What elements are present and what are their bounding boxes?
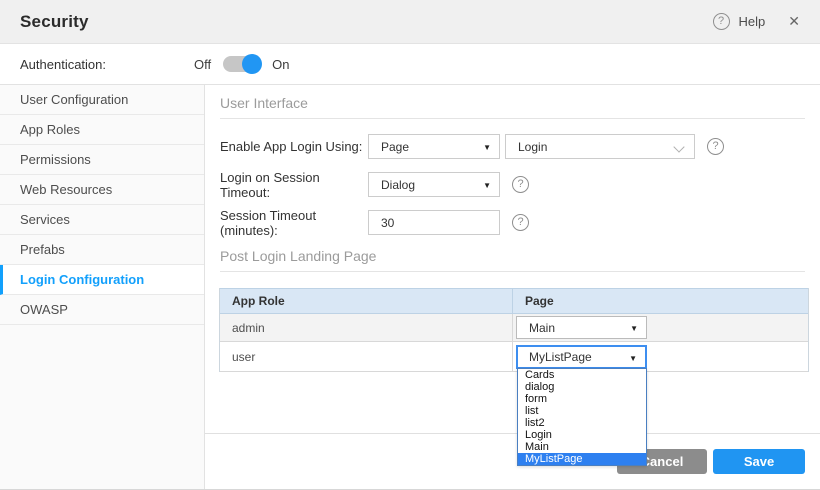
dropdown-option-form[interactable]: form: [518, 393, 646, 405]
combo-value: Login: [518, 140, 547, 154]
sidebar-item-permissions[interactable]: Permissions: [0, 145, 204, 175]
column-header-page: Page: [513, 289, 808, 313]
help-link[interactable]: Help: [739, 14, 766, 29]
sidebar-item-web-resources[interactable]: Web Resources: [0, 175, 204, 205]
sidebar: User Configuration App Roles Permissions…: [0, 85, 205, 490]
user-page-select[interactable]: MyListPage ▼: [516, 345, 647, 369]
table-row-admin: admin Main ▼: [220, 314, 808, 342]
toggle-off-label: Off: [194, 57, 211, 72]
sidebar-item-prefabs[interactable]: Prefabs: [0, 235, 204, 265]
help-icon[interactable]: ?: [512, 176, 529, 193]
toggle-on-label: On: [272, 57, 289, 72]
enable-app-login-type-select[interactable]: Page ▼: [368, 134, 500, 159]
sidebar-item-user-configuration[interactable]: User Configuration: [0, 85, 204, 115]
help-icon[interactable]: ?: [512, 214, 529, 231]
dropdown-option-mylistpage[interactable]: MyListPage: [518, 453, 646, 465]
session-timeout-minutes-input[interactable]: [368, 210, 500, 235]
session-timeout-minutes-label: Session Timeout (minutes):: [220, 208, 368, 238]
sidebar-item-login-configuration[interactable]: Login Configuration: [0, 265, 204, 295]
table-header-row: App Role Page: [220, 288, 808, 314]
admin-page-select[interactable]: Main ▼: [516, 316, 647, 339]
page-dropdown-list: Cards dialog form list list2 Login Main …: [517, 368, 647, 466]
sidebar-item-services[interactable]: Services: [0, 205, 204, 235]
landing-page-table: App Role Page admin Main ▼ user: [219, 288, 809, 372]
close-icon[interactable]: ✕: [788, 13, 800, 30]
dropdown-option-list[interactable]: list: [518, 405, 646, 417]
app-role-cell: user: [220, 342, 513, 371]
sidebar-item-owasp[interactable]: OWASP: [0, 295, 204, 325]
save-button[interactable]: Save: [713, 449, 805, 474]
main-content: User Interface Enable App Login Using: P…: [205, 85, 820, 490]
form-row-session-timeout-minutes: Session Timeout (minutes): ?: [220, 210, 820, 235]
login-on-session-timeout-label: Login on Session Timeout:: [220, 170, 368, 200]
section-title-user-interface: User Interface: [220, 95, 805, 119]
select-value: Dialog: [381, 178, 415, 192]
enable-app-login-label: Enable App Login Using:: [220, 139, 368, 154]
app-role-cell: admin: [220, 314, 513, 341]
caret-down-icon: ▼: [483, 143, 491, 152]
security-window: Security ? Help ✕ Authentication: Off On…: [0, 0, 820, 490]
authentication-label: Authentication:: [20, 57, 106, 72]
authentication-toggle[interactable]: [223, 56, 260, 72]
login-page-combobox[interactable]: Login: [505, 134, 695, 159]
help-icon[interactable]: ?: [713, 13, 730, 30]
footer: Cancel Save: [205, 433, 820, 490]
dropdown-option-list2[interactable]: list2: [518, 417, 646, 429]
dropdown-option-login[interactable]: Login: [518, 429, 646, 441]
dropdown-option-main[interactable]: Main: [518, 441, 646, 453]
sidebar-item-app-roles[interactable]: App Roles: [0, 115, 204, 145]
select-value: Page: [381, 140, 409, 154]
toggle-knob: [242, 54, 262, 74]
session-timeout-type-select[interactable]: Dialog ▼: [368, 172, 500, 197]
select-value: MyListPage: [529, 350, 592, 364]
caret-down-icon: ▼: [629, 354, 637, 363]
dropdown-option-dialog[interactable]: dialog: [518, 381, 646, 393]
header: Security ? Help ✕: [0, 0, 820, 44]
column-header-app-role: App Role: [220, 289, 513, 313]
caret-down-icon: ▼: [483, 181, 491, 190]
select-value: Main: [529, 321, 555, 335]
table-row-user: user MyListPage ▼: [220, 342, 808, 372]
caret-down-icon: ▼: [630, 324, 638, 333]
chevron-down-icon: [673, 141, 684, 152]
section-title-post-login-landing-page: Post Login Landing Page: [220, 248, 805, 272]
authentication-bar: Authentication: Off On: [0, 44, 820, 85]
dropdown-option-cards[interactable]: Cards: [518, 369, 646, 381]
form-row-enable-app-login: Enable App Login Using: Page ▼ Login ?: [220, 134, 820, 159]
help-icon[interactable]: ?: [707, 138, 724, 155]
page-title: Security: [20, 12, 89, 32]
form-row-session-timeout-login: Login on Session Timeout: Dialog ▼ ?: [220, 172, 820, 197]
